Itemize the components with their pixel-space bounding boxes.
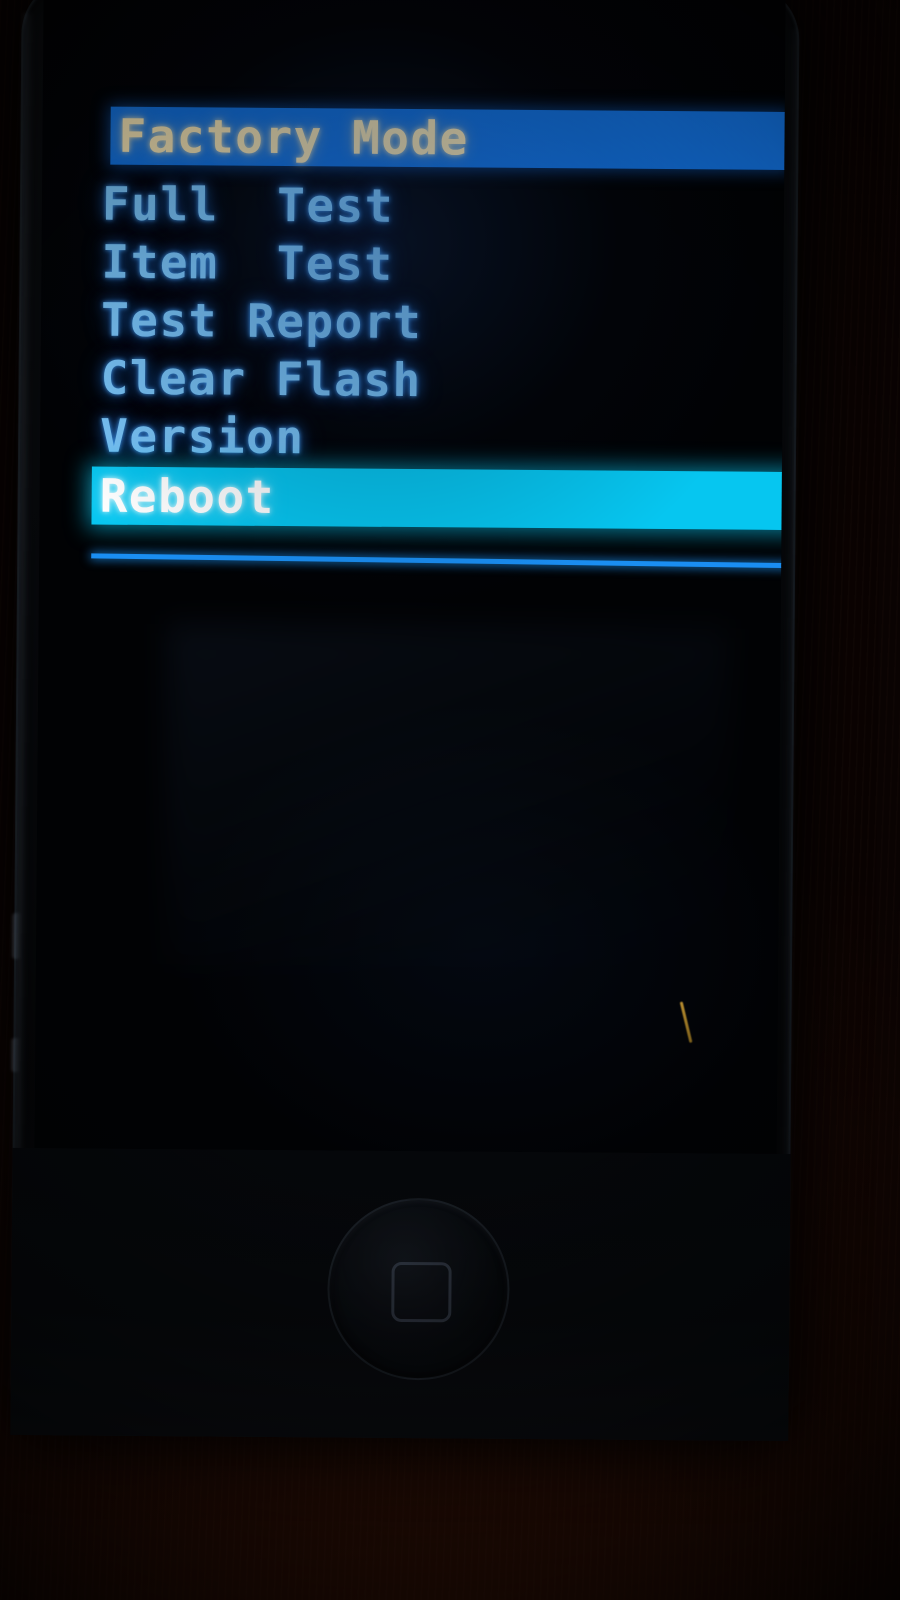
menu-item-label: Test Report bbox=[100, 292, 423, 350]
menu-item-full-test[interactable]: Full Test bbox=[102, 175, 394, 235]
phone-body: Factory Mode Full Test Item Test Test Re… bbox=[10, 0, 800, 1442]
menu-item-label: Clear Flash bbox=[100, 350, 422, 408]
menu-item-label: Item Test bbox=[101, 234, 394, 291]
menu-item-clear-flash[interactable]: Clear Flash bbox=[100, 349, 422, 410]
menu-item-label: Reboot bbox=[99, 468, 276, 524]
menu-item-version[interactable]: Version bbox=[100, 407, 305, 467]
volume-button[interactable] bbox=[12, 912, 22, 959]
menu-item-item-test[interactable]: Item Test bbox=[101, 233, 393, 293]
menu-item-test-report[interactable]: Test Report bbox=[101, 291, 423, 352]
menu-item-label: Full Test bbox=[101, 176, 395, 233]
rounded-square-icon bbox=[391, 1261, 452, 1323]
menu-item-reboot[interactable]: Reboot bbox=[91, 466, 786, 531]
hair-strand bbox=[679, 1001, 693, 1043]
backlight-bleed bbox=[34, 0, 786, 1154]
menu-item-label: Version bbox=[99, 408, 305, 465]
menu-divider bbox=[91, 553, 786, 569]
menu-title-factory-mode[interactable]: Factory Mode bbox=[110, 106, 786, 170]
home-button[interactable] bbox=[326, 1197, 511, 1381]
phone-screen[interactable]: Factory Mode Full Test Item Test Test Re… bbox=[34, 0, 786, 1154]
glass-reflection bbox=[166, 624, 729, 969]
menu-title-label: Factory Mode bbox=[118, 108, 470, 166]
photo-of-phone-screen: Factory Mode Full Test Item Test Test Re… bbox=[0, 0, 900, 1600]
silent-switch[interactable] bbox=[11, 1037, 21, 1072]
